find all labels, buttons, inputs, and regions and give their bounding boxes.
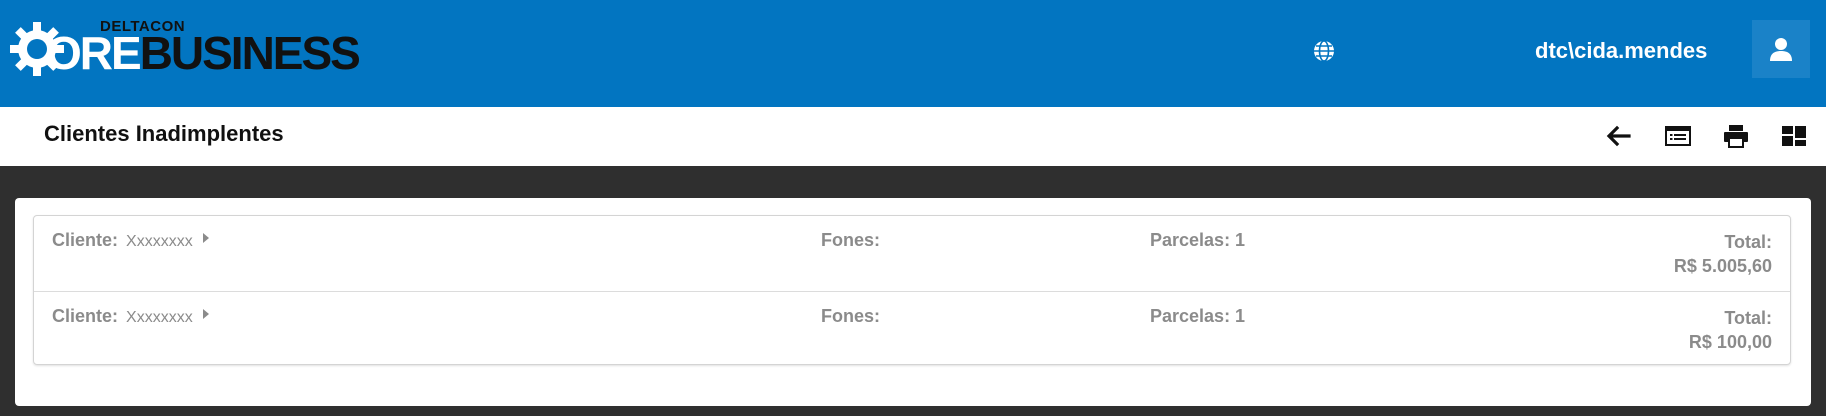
cliente-label: Cliente: (52, 306, 119, 326)
total-label: Total: (1724, 308, 1772, 328)
cliente-cell[interactable]: Cliente: Xxxxxxxx (52, 230, 209, 251)
total-value: R$ 5.005,60 (1673, 256, 1772, 276)
dashboard-button[interactable] (1780, 123, 1808, 149)
total-cell: Total: R$ 5.005,60 (1674, 230, 1772, 278)
caret-right-icon[interactable] (202, 309, 209, 319)
dashboard-icon (1782, 126, 1806, 146)
logo[interactable]: DELTACON OREBUSINESS (8, 18, 361, 78)
list-item[interactable]: Cliente: Xxxxxxxx Fones: Parcelas: 1 Tota… (34, 216, 1790, 290)
cliente-cell[interactable]: Cliente: Xxxxxxxx (52, 306, 209, 327)
fones-label: Fones: (821, 230, 881, 250)
arrow-left-icon (1606, 125, 1631, 147)
globe-icon[interactable] (1312, 39, 1336, 63)
list-icon (1665, 126, 1691, 146)
total-value: R$ 100,00 (1688, 332, 1772, 352)
back-button[interactable] (1604, 123, 1632, 149)
print-button[interactable] (1722, 123, 1750, 149)
total-label: Total: (1724, 232, 1772, 252)
user-icon (1770, 38, 1792, 61)
cliente-label: Cliente: (52, 230, 119, 250)
cliente-name[interactable]: Xxxxxxxx (126, 309, 193, 326)
total-cell: Total: R$ 100,00 (1689, 306, 1772, 354)
list-item[interactable]: Cliente: Xxxxxxxx Fones: Parcelas: 1 Tota… (34, 291, 1790, 365)
parcelas-label: Parcelas: 1 (1150, 230, 1246, 250)
cliente-name[interactable]: Xxxxxxxx (126, 233, 193, 250)
printer-icon (1724, 125, 1748, 148)
delinquent-clients-list: Cliente: Xxxxxxxx Fones: Parcelas: 1 Tota… (33, 215, 1791, 365)
logo-ore-text: ORE (46, 27, 142, 79)
content-panel: Cliente: Xxxxxxxx Fones: Parcelas: 1 Tota… (15, 198, 1811, 406)
username[interactable]: dtc\cida.mendes (1535, 38, 1707, 64)
list-view-button[interactable] (1664, 123, 1692, 149)
top-bar: DELTACON OREBUSINESS dtc\cida.mendes (0, 0, 1826, 107)
logo-main-text: OREBUSINESS (46, 27, 361, 79)
logo-business-text: BUSINESS (139, 27, 361, 79)
fones-label: Fones: (821, 306, 881, 326)
user-menu-button[interactable] (1752, 20, 1810, 78)
parcelas-label: Parcelas: 1 (1150, 306, 1246, 326)
sub-header: Clientes Inadimplentes (0, 107, 1826, 166)
caret-right-icon[interactable] (202, 233, 209, 243)
page-title: Clientes Inadimplentes (44, 121, 284, 146)
